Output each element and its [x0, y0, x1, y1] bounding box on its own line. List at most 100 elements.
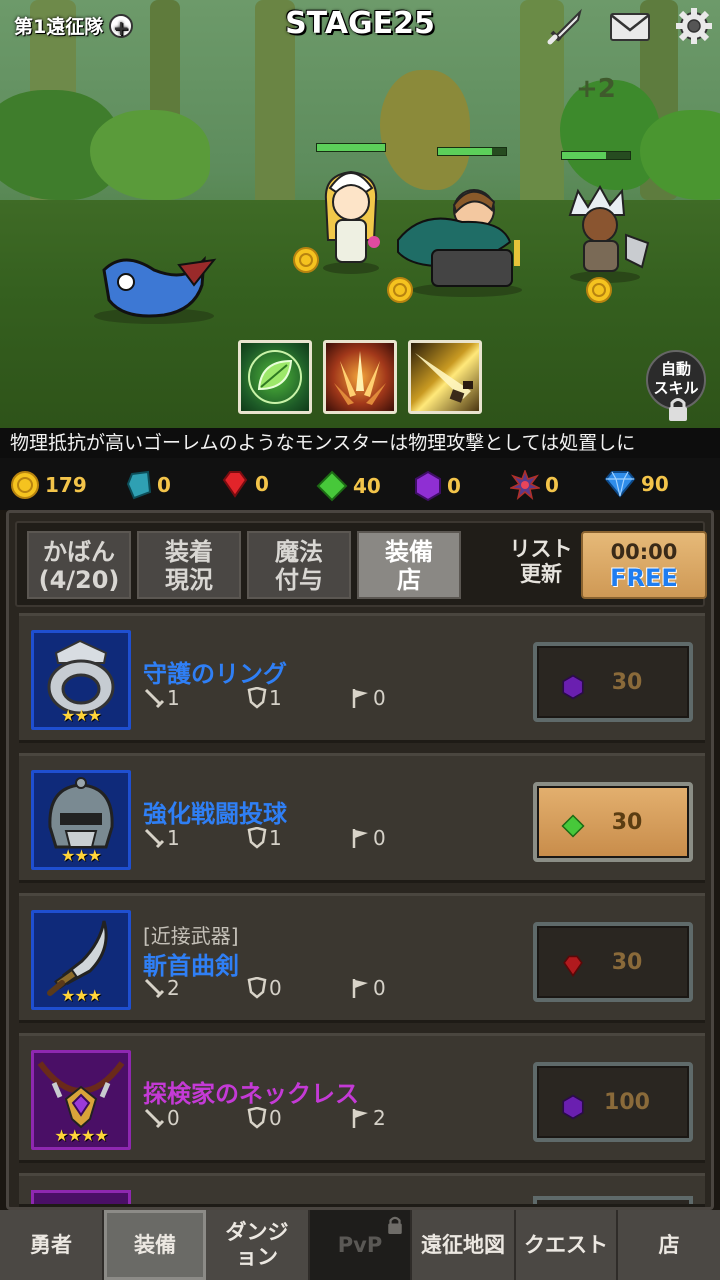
attack-stat: 2: [143, 976, 180, 1000]
attack-stat: 0: [143, 1106, 180, 1130]
tab-bar: かばん (4/20) 装着 現況 魔法 付与 装備 店 リスト 更新 00:00…: [15, 521, 707, 607]
flag-stat: 0: [351, 686, 386, 710]
nav-quest[interactable]: クエスト: [516, 1210, 618, 1280]
attack-stat: 1: [143, 826, 180, 850]
defense-stat: 0: [247, 976, 282, 1000]
shop-item-row[interactable]: ★★★★ 探検家のネックレス 0 0 2 100: [19, 1033, 705, 1163]
bottom-nav: 勇者 装備 ダンジ ョン PvP 遠征地図 クエスト 店: [0, 1210, 720, 1280]
leaf-icon: [248, 350, 302, 404]
flag-stat-icon: [352, 829, 368, 848]
lock-icon: [669, 398, 687, 421]
coin-icon: [293, 247, 319, 273]
rarity-stars: ★★★★: [54, 1126, 108, 1145]
bush: [90, 110, 210, 200]
nav-hero[interactable]: 勇者: [0, 1210, 104, 1280]
nav-shop[interactable]: 店: [618, 1210, 720, 1280]
price-amount: 30: [611, 670, 643, 695]
hp-bar: [437, 147, 507, 156]
shop-item-row[interactable]: ★★★ 守護のリング 1 1 0 30: [19, 613, 705, 743]
flag-stat: 2: [351, 1106, 386, 1130]
sword-stat-icon: [144, 1108, 165, 1129]
tab-equipped[interactable]: 装着 現況: [137, 531, 241, 599]
refresh-free-label: FREE: [610, 564, 678, 592]
purple-gem-icon: [562, 1094, 584, 1120]
currency-stone: 0: [126, 470, 171, 500]
item-name: 守護のリング: [143, 660, 287, 688]
tab-equipment-shop[interactable]: 装備 店: [357, 531, 461, 599]
refresh-list-button[interactable]: 00:00 FREE: [581, 531, 707, 599]
red-gem-icon: [563, 955, 583, 978]
currency-purple-gem: 0: [414, 470, 461, 502]
price-button[interactable]: 100: [533, 1062, 693, 1142]
defeated-monster: [94, 256, 217, 324]
healer-hero: [323, 170, 380, 274]
rarity-stars: ★★★: [60, 986, 102, 1005]
item-thumbnail: ★★★: [31, 910, 131, 1010]
dark-orb-icon: [510, 470, 540, 500]
hp-bar: [561, 151, 631, 160]
nav-pvp: PvP: [310, 1210, 412, 1280]
price-button[interactable]: 30: [533, 642, 693, 722]
sword-stat-icon: [144, 978, 165, 999]
refresh-list-label: リスト 更新: [509, 537, 573, 586]
price-amount: 30: [611, 810, 643, 835]
green-gem-icon: [316, 470, 348, 502]
gold-coin-icon: [11, 471, 39, 499]
item-category: [近接武器]: [143, 924, 239, 948]
defense-stat: 0: [247, 1106, 282, 1130]
currency-value: 90: [641, 472, 669, 496]
currency-green-gem: 40: [316, 470, 381, 502]
bush: [380, 70, 470, 190]
defense-stat: 1: [247, 686, 282, 710]
currency-value: 0: [447, 474, 461, 498]
currency-dark-orb: 0: [510, 470, 559, 500]
shop-item-row[interactable]: ★★★ [近接武器] 斬首曲剣 2 0 0 30: [19, 893, 705, 1023]
rarity-stars: ★★★: [60, 706, 102, 725]
floating-bonus-text: +2: [576, 74, 616, 104]
gear-icon[interactable]: [674, 6, 714, 46]
currency-value: 0: [157, 473, 171, 497]
shield-stat-icon: [247, 1107, 267, 1129]
green-gem-icon: [561, 814, 585, 838]
nav-dungeon[interactable]: ダンジ ョン: [206, 1210, 310, 1280]
shop-item-row-partial[interactable]: [19, 1173, 705, 1207]
red-gem-icon: [222, 471, 248, 498]
nav-expedition-map[interactable]: 遠征地図: [412, 1210, 516, 1280]
tab-bag[interactable]: かばん (4/20): [27, 531, 131, 599]
coin-icon: [387, 277, 413, 303]
tip-ticker: 物理抵抗が高いゴーレムのようなモンスターは物理攻撃としては処置しに: [0, 428, 720, 458]
item-thumbnail: [31, 1190, 131, 1204]
skill-leaf-button[interactable]: [238, 340, 312, 414]
currency-diamond: 90: [604, 470, 669, 498]
item-name: 探検家のネックレス: [143, 1080, 359, 1108]
purple-gem-icon: [415, 470, 441, 502]
price-button[interactable]: [533, 1196, 693, 1204]
skill-strike-button[interactable]: [408, 340, 482, 414]
defense-stat: 1: [247, 826, 282, 850]
purple-gem-icon: [562, 674, 584, 700]
nav-equipment[interactable]: 装備: [104, 1210, 206, 1280]
currency-red-gem: 0: [220, 470, 269, 498]
skill-fire-button[interactable]: [323, 340, 397, 414]
flag-stat-icon: [352, 689, 368, 708]
equipment-panel: かばん (4/20) 装着 現況 魔法 付与 装備 店 リスト 更新 00:00…: [6, 510, 714, 1210]
price-button[interactable]: 30: [533, 782, 693, 862]
shield-stat-icon: [247, 687, 267, 709]
fire-spikes-icon: [334, 351, 386, 405]
tab-enchant[interactable]: 魔法 付与: [247, 531, 351, 599]
item-thumbnail: ★★★★: [31, 1050, 131, 1150]
flag-stat-icon: [352, 1109, 368, 1128]
auto-skill-button[interactable]: 自動 スキル: [646, 350, 706, 421]
price-button[interactable]: 30: [533, 922, 693, 1002]
blue-diamond-icon: [604, 471, 636, 498]
mail-icon[interactable]: [608, 6, 652, 46]
coin-icon: [586, 277, 612, 303]
sword-icon[interactable]: [546, 6, 586, 46]
shop-item-row[interactable]: ★★★ 強化戦闘投球 1 1 0 30: [19, 753, 705, 883]
top-hud: 第1遠征隊 + STAGE25: [0, 0, 720, 50]
flag-stat: 0: [351, 976, 386, 1000]
price-amount: 30: [611, 950, 643, 975]
currency-value: 179: [45, 473, 87, 497]
hp-bar: [316, 143, 386, 152]
sword-stat-icon: [144, 828, 165, 849]
